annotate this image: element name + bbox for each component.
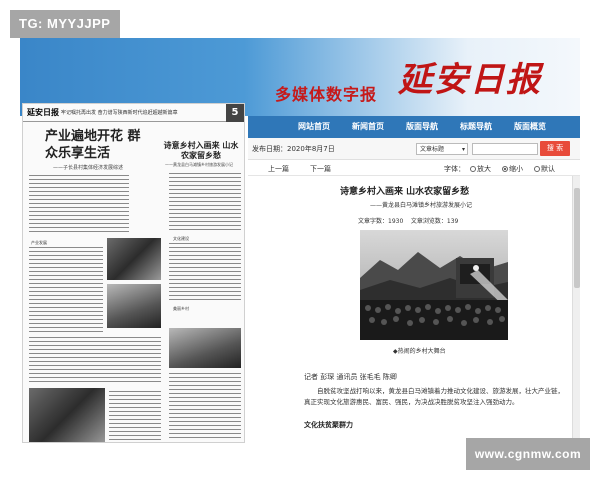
newspaper-page[interactable]: 延安日报 牢记嘱托再出发 奋力谱写陕西新时代追赶超越新篇章 5 产业遍地开花 群… xyxy=(22,103,245,443)
paper-text-block xyxy=(169,172,241,232)
banner-title: 多媒体数字报 xyxy=(275,85,378,104)
paper-text-block xyxy=(29,246,103,332)
nav-item-news[interactable]: 新闻首页 xyxy=(344,116,392,138)
nav-item-titles[interactable]: 标题导航 xyxy=(452,116,500,138)
paper-photo xyxy=(169,328,241,368)
paper-photo xyxy=(29,388,105,442)
radio-icon xyxy=(470,166,476,172)
browser-content: 多媒体数字报 延安日报 网站首页 新闻首页 版面导航 标题导航 版面概览 延安日… xyxy=(20,38,580,443)
paper-subhead-side: ——黄龙县白马滩镇乡村旅游发展小记 xyxy=(165,162,233,167)
publish-date: 发布日期：2020年8月7日 xyxy=(252,145,335,153)
prev-article-link[interactable]: 上一篇 xyxy=(268,164,289,174)
article-byline: 记者 彭琛 通讯员 张毛毛 陈卿 xyxy=(304,373,397,381)
paper-text-block xyxy=(169,372,241,440)
paper-photo xyxy=(107,238,161,280)
article-pager: 上一篇 下一篇 字体： 放大 缩小 默认 xyxy=(248,160,580,176)
paper-headline-main[interactable]: 产业遍地开花 群众乐享生活 xyxy=(45,128,145,162)
nav-item-overview[interactable]: 版面概览 xyxy=(506,116,554,138)
watermark-bottom: www.cgnmw.com xyxy=(466,438,590,470)
paper-header: 延安日报 牢记嘱托再出发 奋力谱写陕西新时代追赶超越新篇章 5 xyxy=(23,104,244,122)
font-size-small[interactable]: 缩小 xyxy=(502,164,523,174)
word-count: 文章字数：1930 xyxy=(358,218,404,225)
font-size-label: 字体： xyxy=(444,165,465,173)
paper-strap: 牢记嘱托再出发 奋力谱写陕西新时代追赶超越新篇章 xyxy=(61,110,178,116)
paper-text-block xyxy=(29,174,129,234)
page-number: 5 xyxy=(226,104,244,122)
paper-text-block xyxy=(29,336,161,384)
font-size-large[interactable]: 放大 xyxy=(470,164,491,174)
search-button[interactable]: 搜 索 xyxy=(540,141,570,156)
article-scrollbar[interactable] xyxy=(572,176,580,443)
paper-text-block xyxy=(169,242,241,302)
view-count: 文章浏览数：139 xyxy=(410,218,459,225)
search-type-select[interactable]: 文章标题 ▾ xyxy=(416,143,468,155)
font-size-default[interactable]: 默认 xyxy=(534,164,555,174)
article-photo[interactable] xyxy=(360,230,508,340)
article-section-heading: 文化扶贫聚群力 xyxy=(304,421,353,429)
main-nav: 网站首页 新闻首页 版面导航 标题导航 版面概览 xyxy=(248,116,580,138)
paper-masthead: 延安日报 xyxy=(27,107,59,117)
scrollbar-thumb[interactable] xyxy=(574,188,580,288)
article-paragraph: 自脱贫攻坚战打响以来，黄龙县白马滩镇着力推动文化建设、旅游发展，壮大产业链，真正… xyxy=(304,387,564,406)
photo-caption: ◆热闹的乡村大舞台 xyxy=(393,348,446,355)
radio-icon xyxy=(502,166,508,172)
page: 多媒体数字报 延安日报 网站首页 新闻首页 版面导航 标题导航 版面概览 延安日… xyxy=(0,0,600,480)
article-meta: 文章字数：1930 文章浏览数：139 xyxy=(358,216,458,225)
nav-item-layout[interactable]: 版面导航 xyxy=(398,116,446,138)
article-title: 诗意乡村入画来 山水农家留乡愁 xyxy=(340,187,470,197)
watermark-top: TG: MYYJJPP xyxy=(10,10,120,38)
article-subtitle: ——黄龙县白马滩镇乡村旅游发展小记 xyxy=(370,202,473,209)
paper-subhead-main: ——子长县村集体经济发展综述 xyxy=(53,165,124,171)
chevron-down-icon: ▾ xyxy=(461,146,465,153)
paper-section-tag: 美丽乡村 xyxy=(173,306,189,311)
stage-photo-graphic xyxy=(360,230,508,340)
newspaper-logo: 延安日报 xyxy=(398,60,542,100)
next-article-link[interactable]: 下一篇 xyxy=(310,164,331,174)
paper-headline-side[interactable]: 诗意乡村入画来 山水农家留乡愁 xyxy=(161,140,241,160)
search-toolbar: 发布日期：2020年8月7日 文章标题 ▾ 搜 索 xyxy=(248,138,580,160)
search-input[interactable] xyxy=(472,143,538,155)
paper-photo xyxy=(107,284,161,328)
radio-icon xyxy=(534,166,540,172)
article-content: 诗意乡村入画来 山水农家留乡愁 ——黄龙县白马滩镇乡村旅游发展小记 文章字数：1… xyxy=(248,176,580,443)
paper-text-block xyxy=(109,390,161,440)
search-type-value: 文章标题 xyxy=(420,146,445,153)
nav-item-home[interactable]: 网站首页 xyxy=(290,116,338,138)
